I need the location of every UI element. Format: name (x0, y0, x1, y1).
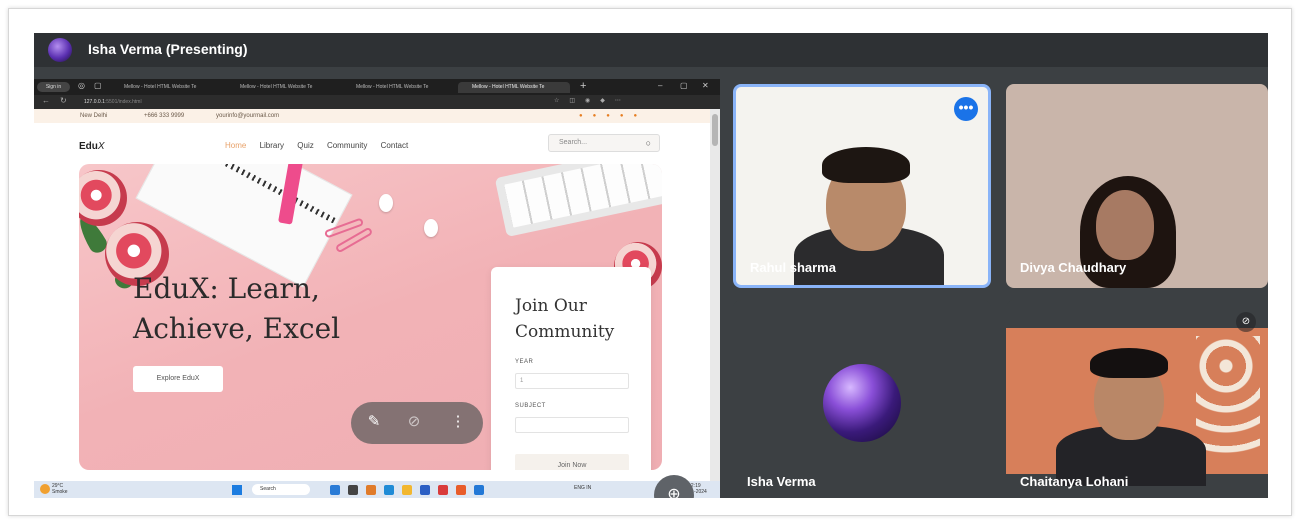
minimize-icon[interactable]: – (658, 81, 662, 90)
tray-language: ENG IN (574, 485, 592, 491)
year-field[interactable]: 1 (515, 373, 629, 389)
taskbar-app-icon[interactable] (438, 485, 448, 495)
scrollbar-thumb[interactable] (712, 114, 718, 146)
presenter-avatar (48, 38, 72, 62)
url-host: 127.0.0.1 (84, 99, 105, 105)
year-label: YEAR (515, 359, 534, 365)
sign-in-chip[interactable]: Sign in (37, 82, 70, 92)
address-bar: ← ↻ 127.0.0.1:5501/index.html ☆◫◉◆⋯ (34, 95, 720, 109)
shared-screen[interactable]: Sign in ◎ ▢ Mellow - Hotel HTML Website … (34, 79, 720, 498)
hero-banner: EduX: Learn, Achieve, Excel Explore EduX… (79, 164, 662, 470)
search-icon[interactable]: ○ (646, 135, 651, 151)
browser-tab-active[interactable]: Mellow - Hotel HTML Website Te (458, 82, 570, 93)
taskbar-app-icon[interactable] (384, 485, 394, 495)
back-icon[interactable]: ← (42, 96, 50, 105)
logo-text: Edu (79, 141, 98, 152)
participant-tile-divya[interactable]: Divya Chaudhary (1006, 84, 1268, 288)
participant-avatar (823, 364, 901, 442)
profile-icon[interactable]: ◎ (78, 81, 85, 90)
tab-actions-icon[interactable]: ▢ (94, 81, 102, 90)
rose-decoration (79, 170, 127, 226)
explore-button[interactable]: Explore EduX (133, 366, 223, 392)
maximize-icon[interactable]: ▢ (680, 81, 688, 90)
taskbar-app-icon[interactable] (330, 485, 340, 495)
url-field[interactable]: 127.0.0.1:5501/index.html (84, 97, 544, 107)
nav-community[interactable]: Community (327, 141, 367, 150)
site-nav: Home Library Quiz Community Contact (225, 141, 419, 150)
participant-name: Rahul sharma (750, 260, 836, 275)
site-search-input[interactable]: Search... ○ (548, 134, 660, 152)
join-community-form: Join Our Community YEAR 1 SUBJECT Join N… (491, 267, 651, 470)
participant-tile-isha[interactable]: Isha Verma (733, 300, 991, 498)
social-icons[interactable]: ●●●●● (579, 109, 647, 123)
participant-hair (1090, 348, 1168, 378)
taskbar-app-icon[interactable] (348, 485, 358, 495)
website-info-bar: New Delhi +666 333 9999 yourinfo@yourmai… (34, 109, 710, 123)
taskbar-app-icon[interactable] (456, 485, 466, 495)
info-phone: +666 333 9999 (144, 113, 185, 119)
meet-window: Isha Verma (Presenting) Sign in ◎ ▢ Mell… (34, 33, 1268, 498)
pin-off-icon[interactable]: ✎ (363, 412, 385, 430)
taskbar-app-icon[interactable] (366, 485, 376, 495)
site-logo[interactable]: EduX (79, 141, 105, 152)
system-tray[interactable]: ENG IN (574, 485, 591, 491)
nav-library[interactable]: Library (260, 141, 284, 150)
browser-tab[interactable]: Mellow - Hotel HTML Website Te (110, 82, 222, 93)
logo-suffix: X (97, 141, 105, 152)
join-title: Join Our Community (515, 296, 615, 342)
mic-off-icon: ⊘ (1236, 312, 1256, 332)
weather-widget[interactable]: 29°C Smoke (52, 483, 68, 495)
weather-icon[interactable] (40, 484, 50, 494)
nav-home[interactable]: Home (225, 141, 246, 150)
nav-quiz[interactable]: Quiz (297, 141, 313, 150)
close-icon[interactable]: ✕ (702, 81, 709, 90)
nav-contact[interactable]: Contact (381, 141, 409, 150)
browser-tab-bar: Sign in ◎ ▢ Mellow - Hotel HTML Website … (34, 79, 720, 95)
participant-tile-chaitanya[interactable]: ⊘ Chaitanya Lohani (1006, 300, 1268, 498)
presenter-bar: Isha Verma (Presenting) (34, 33, 1268, 67)
hero-title-line2: Achieve, Excel (133, 312, 341, 345)
presenter-banner: Isha Verma (Presenting) (88, 41, 248, 57)
participant-face (1096, 190, 1154, 260)
page-scrollbar[interactable] (710, 109, 720, 498)
participant-name: Chaitanya Lohani (1020, 474, 1129, 489)
url-path: :5501/index.html (104, 99, 142, 105)
participant-name: Divya Chaudhary (1020, 260, 1127, 275)
browser-tab[interactable]: Mellow - Hotel HTML Website Te (226, 82, 338, 93)
windows-start-icon[interactable] (232, 485, 242, 495)
browser-toolbar-icons[interactable]: ☆◫◉◆⋯ (554, 97, 631, 104)
reload-icon[interactable]: ↻ (60, 96, 67, 105)
participant-name: Isha Verma (747, 474, 816, 489)
info-email: yourinfo@yourmail.com (216, 113, 280, 119)
mic-off-icon[interactable]: ⊘ (403, 412, 425, 430)
new-tab-icon[interactable]: + (580, 80, 586, 92)
subject-field[interactable] (515, 417, 629, 433)
taskbar-search[interactable]: Search (252, 484, 310, 495)
participant-controls-pill: ✎ ⊘ ⋮ (351, 402, 483, 444)
more-vert-icon[interactable]: ⋮ (447, 412, 469, 430)
earbud-decoration (424, 219, 438, 237)
subject-label: SUBJECT (515, 403, 546, 409)
curtain-pattern (1196, 336, 1260, 456)
windows-taskbar: 29°C Smoke Search ENG IN 12:19 11-11-202… (34, 481, 720, 498)
hero-title-line1: EduX: Learn, (133, 272, 320, 305)
taskbar-app-icon[interactable] (420, 485, 430, 495)
info-location: New Delhi (80, 113, 108, 119)
join-now-button[interactable]: Join Now (515, 454, 629, 470)
participant-tile-rahul[interactable]: ••• Rahul sharma (733, 84, 991, 288)
site-search-placeholder: Search... (559, 139, 588, 146)
taskbar-app-icon[interactable] (402, 485, 412, 495)
participant-hair (822, 147, 910, 183)
more-options-icon[interactable]: ••• (954, 97, 978, 121)
browser-tab[interactable]: Mellow - Hotel HTML Website Te (342, 82, 454, 93)
vscode-icon[interactable] (474, 485, 484, 495)
hero-title: EduX: Learn, Achieve, Excel (133, 269, 340, 349)
weather-desc: Smoke (52, 489, 68, 495)
earbud-decoration (379, 194, 393, 212)
website-viewport: New Delhi +666 333 9999 yourinfo@yourmai… (34, 109, 710, 498)
